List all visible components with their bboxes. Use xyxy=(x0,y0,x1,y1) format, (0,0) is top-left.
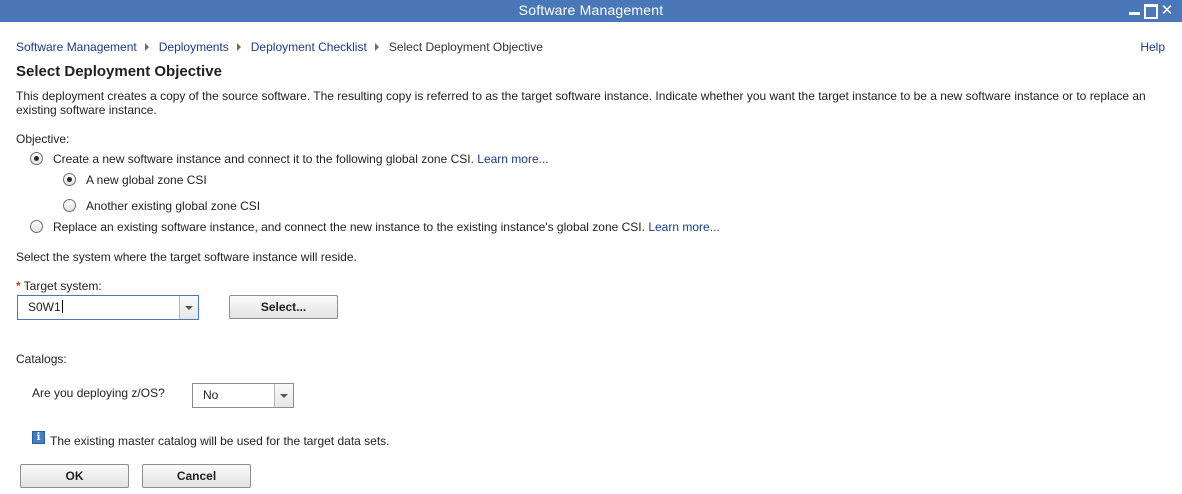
catalog-info-text: The existing master catalog will be used… xyxy=(50,434,390,448)
zos-value: No xyxy=(203,388,219,402)
chevron-down-icon[interactable] xyxy=(179,296,198,319)
breadcrumb-deployment-checklist[interactable]: Deployment Checklist xyxy=(251,40,367,54)
radio-new-global-zone-csi[interactable] xyxy=(63,173,76,186)
learn-more-link-replace[interactable]: Learn more... xyxy=(648,220,719,234)
breadcrumb-deployments[interactable]: Deployments xyxy=(159,40,229,54)
target-system-combobox[interactable]: S0W1 xyxy=(17,295,199,320)
option-replace-row: Replace an existing software instance, a… xyxy=(53,220,720,234)
option-create-new-row: Create a new software instance and conne… xyxy=(53,152,549,166)
option-create-new-label: Create a new software instance and conne… xyxy=(53,152,474,166)
breadcrumb-software-management[interactable]: Software Management xyxy=(16,40,137,54)
breadcrumb: Software Management Deployments Deployme… xyxy=(16,40,543,54)
zos-question-label: Are you deploying z/OS? xyxy=(32,386,165,400)
chevron-down-icon[interactable] xyxy=(274,384,293,407)
radio-replace-existing-instance[interactable] xyxy=(30,220,43,233)
info-icon: i xyxy=(32,431,45,444)
catalogs-label: Catalogs: xyxy=(16,352,67,366)
target-system-label-row: * Target system: xyxy=(16,279,102,293)
system-prompt: Select the system where the target softw… xyxy=(16,250,357,264)
window-title: Software Management xyxy=(518,2,664,18)
breadcrumb-current: Select Deployment Objective xyxy=(388,40,543,54)
maximize-icon[interactable] xyxy=(1144,3,1158,19)
learn-more-link-new[interactable]: Learn more... xyxy=(477,152,548,166)
target-system-label: Target system: xyxy=(23,279,102,293)
target-system-value: S0W1 xyxy=(28,300,63,314)
option-replace-label: Replace an existing software instance, a… xyxy=(53,220,645,234)
minimize-icon[interactable] xyxy=(1127,3,1141,19)
page-title: Select Deployment Objective xyxy=(16,63,222,80)
close-icon[interactable]: ✕ xyxy=(1160,3,1174,19)
sub-option-new-csi-label: A new global zone CSI xyxy=(86,173,207,187)
ok-button[interactable]: OK xyxy=(20,464,129,488)
radio-existing-global-zone-csi[interactable] xyxy=(63,199,76,212)
required-marker: * xyxy=(16,279,21,293)
radio-create-new-instance[interactable] xyxy=(30,152,43,165)
chevron-right-icon xyxy=(236,43,241,51)
zos-select[interactable]: No xyxy=(192,383,294,408)
cancel-button[interactable]: Cancel xyxy=(142,464,251,488)
objective-label: Objective: xyxy=(16,132,70,146)
page-description: This deployment creates a copy of the so… xyxy=(16,89,1146,117)
select-system-button[interactable]: Select... xyxy=(229,295,338,319)
window-titlebar: Software Management ✕ xyxy=(0,0,1182,22)
chevron-right-icon xyxy=(144,43,149,51)
sub-option-existing-csi-label: Another existing global zone CSI xyxy=(86,199,261,213)
chevron-right-icon xyxy=(374,43,379,51)
help-link[interactable]: Help xyxy=(1140,40,1165,54)
